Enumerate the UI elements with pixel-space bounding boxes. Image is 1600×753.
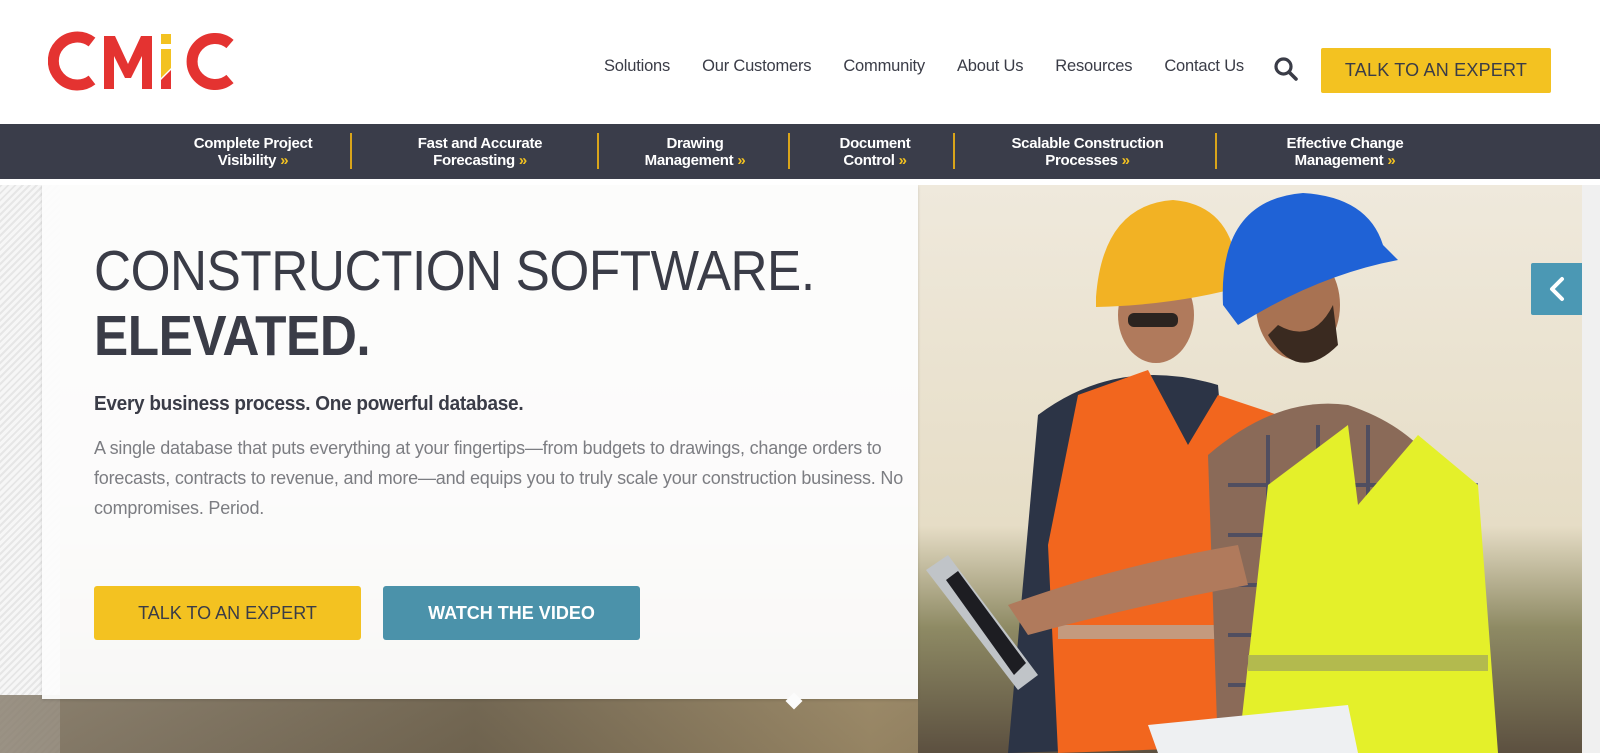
page-scrollbar[interactable] bbox=[1582, 185, 1600, 753]
subnav-drawing-management[interactable]: Drawing Management» bbox=[620, 124, 770, 179]
subnav-divider bbox=[597, 133, 599, 169]
main-nav: Solutions Our Customers Community About … bbox=[604, 57, 1276, 76]
subnav-document-control[interactable]: Document Control» bbox=[810, 124, 940, 179]
cmic-logo[interactable] bbox=[47, 28, 240, 94]
talk-to-expert-button[interactable]: TALK TO AN EXPERT bbox=[94, 586, 361, 640]
subnav-item-line1: Drawing bbox=[666, 134, 724, 152]
subnav-divider bbox=[953, 133, 955, 169]
nav-resources[interactable]: Resources bbox=[1055, 57, 1132, 76]
subnav-divider bbox=[788, 133, 790, 169]
talk-to-expert-header-button[interactable]: TALK TO AN EXPERT bbox=[1321, 48, 1551, 93]
subnav-item-line1: Effective Change bbox=[1286, 134, 1404, 152]
double-chevron-right-icon: » bbox=[518, 151, 527, 169]
hero-subheadline: Every business process. One powerful dat… bbox=[94, 393, 524, 415]
site-header: Solutions Our Customers Community About … bbox=[0, 0, 1600, 122]
subnav-complete-project-visibility[interactable]: Complete Project Visibility» bbox=[168, 124, 338, 179]
watch-video-button[interactable]: WATCH THE VIDEO bbox=[383, 586, 640, 640]
carousel-prev-button[interactable] bbox=[1531, 263, 1582, 315]
chevron-left-icon bbox=[1549, 277, 1564, 301]
hero-image bbox=[918, 185, 1582, 753]
hero-headline-line2: ELEVATED. bbox=[94, 304, 371, 368]
double-chevron-right-icon: » bbox=[1121, 151, 1130, 169]
nav-solutions[interactable]: Solutions bbox=[604, 57, 670, 76]
subnav-item-line2: Processes bbox=[1045, 151, 1118, 169]
subnav-item-line2: Management bbox=[1294, 151, 1384, 169]
subnav-item-line2: Control bbox=[843, 151, 895, 169]
subnav-item-line2: Visibility bbox=[217, 151, 277, 169]
hero-body-text: A single database that puts everything a… bbox=[94, 438, 904, 518]
nav-our-customers[interactable]: Our Customers bbox=[702, 57, 811, 76]
search-icon[interactable] bbox=[1273, 56, 1299, 82]
subnav-item-line1: Fast and Accurate bbox=[417, 134, 543, 152]
subnav-item-line2: Management bbox=[644, 151, 734, 169]
nav-contact-us[interactable]: Contact Us bbox=[1164, 57, 1244, 76]
subnav-item-line1: Scalable Construction bbox=[1011, 134, 1164, 152]
subnav-item-line1: Complete Project bbox=[193, 134, 313, 152]
subnav-divider bbox=[1215, 133, 1217, 169]
subnav-scalable-construction-processes[interactable]: Scalable Construction Processes» bbox=[1000, 124, 1175, 179]
subnav-divider bbox=[350, 133, 352, 169]
solutions-subnav: Complete Project Visibility» Fast and Ac… bbox=[0, 124, 1600, 179]
double-chevron-right-icon: » bbox=[1387, 151, 1396, 169]
subnav-fast-accurate-forecasting[interactable]: Fast and Accurate Forecasting» bbox=[395, 124, 565, 179]
hero-content-card: CONSTRUCTION SOFTWARE. ELEVATED. Every b… bbox=[42, 185, 918, 699]
hero-headline-line1: CONSTRUCTION SOFTWARE. bbox=[94, 239, 815, 303]
hero-section: CONSTRUCTION SOFTWARE. ELEVATED. Every b… bbox=[0, 185, 1582, 753]
double-chevron-right-icon: » bbox=[280, 151, 289, 169]
subnav-effective-change-management[interactable]: Effective Change Management» bbox=[1265, 124, 1425, 179]
nav-community[interactable]: Community bbox=[843, 57, 925, 76]
nav-about-us[interactable]: About Us bbox=[957, 57, 1023, 76]
double-chevron-right-icon: » bbox=[898, 151, 907, 169]
subnav-item-line2: Forecasting bbox=[433, 151, 515, 169]
double-chevron-right-icon: » bbox=[737, 151, 746, 169]
construction-workers-illustration bbox=[918, 185, 1582, 753]
subnav-item-line1: Document bbox=[839, 134, 911, 152]
